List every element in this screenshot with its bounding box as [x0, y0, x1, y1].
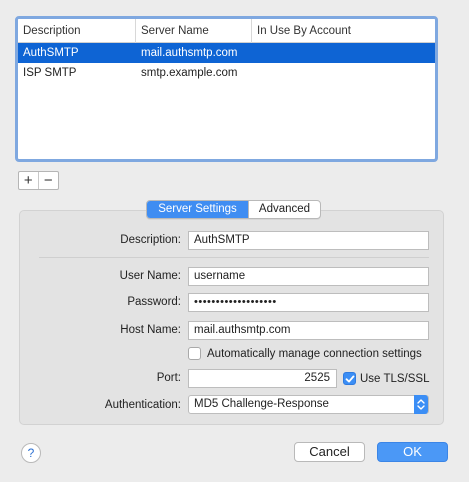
tls-checkbox[interactable] [343, 372, 356, 385]
username-field[interactable]: username [188, 267, 429, 286]
add-server-button[interactable]: + [19, 172, 39, 189]
cancel-button[interactable]: Cancel [294, 442, 365, 462]
smtp-server-table[interactable]: Description Server Name In Use By Accoun… [15, 16, 438, 162]
tab-server-settings[interactable]: Server Settings [147, 201, 248, 218]
row-server-name: mail.authsmtp.com [141, 47, 238, 59]
port-field[interactable]: 2525 [188, 369, 337, 388]
checkmark-icon [345, 375, 355, 383]
username-label: User Name: [119, 270, 181, 282]
password-label: Password: [127, 296, 181, 308]
auto-manage-label[interactable]: Automatically manage connection settings [207, 347, 422, 361]
row-server-name: smtp.example.com [141, 67, 238, 79]
settings-tabs: Server Settings Advanced [146, 200, 321, 219]
remove-server-button[interactable]: − [39, 172, 58, 189]
tab-advanced[interactable]: Advanced [248, 201, 320, 218]
password-field[interactable]: ••••••••••••••••••• [188, 293, 429, 312]
add-remove-buttons: + − [18, 171, 59, 190]
column-header-description[interactable]: Description [18, 19, 136, 43]
chevron-updown-icon [414, 395, 428, 414]
authentication-value: MD5 Challenge-Response [194, 398, 329, 410]
table-header: Description Server Name In Use By Accoun… [18, 19, 435, 43]
help-button[interactable]: ? [21, 443, 41, 463]
tls-label[interactable]: Use TLS/SSL [360, 372, 429, 386]
hostname-field[interactable]: mail.authsmtp.com [188, 321, 429, 340]
auto-manage-checkbox[interactable] [188, 347, 201, 360]
ok-button[interactable]: OK [377, 442, 448, 462]
authentication-label: Authentication: [104, 399, 181, 411]
authentication-select[interactable]: MD5 Challenge-Response [188, 395, 429, 414]
port-label: Port: [156, 372, 181, 384]
hostname-label: Host Name: [120, 324, 181, 336]
row-description: AuthSMTP [23, 47, 79, 59]
table-row[interactable]: AuthSMTP mail.authsmtp.com [18, 43, 435, 63]
description-field[interactable]: AuthSMTP [188, 231, 429, 250]
row-description: ISP SMTP [23, 67, 77, 79]
table-row[interactable]: ISP SMTP smtp.example.com [18, 63, 435, 83]
column-header-server-name[interactable]: Server Name [136, 19, 252, 43]
divider [39, 257, 429, 258]
description-label: Description: [120, 234, 181, 246]
column-header-in-use-by-account[interactable]: In Use By Account [252, 19, 435, 43]
